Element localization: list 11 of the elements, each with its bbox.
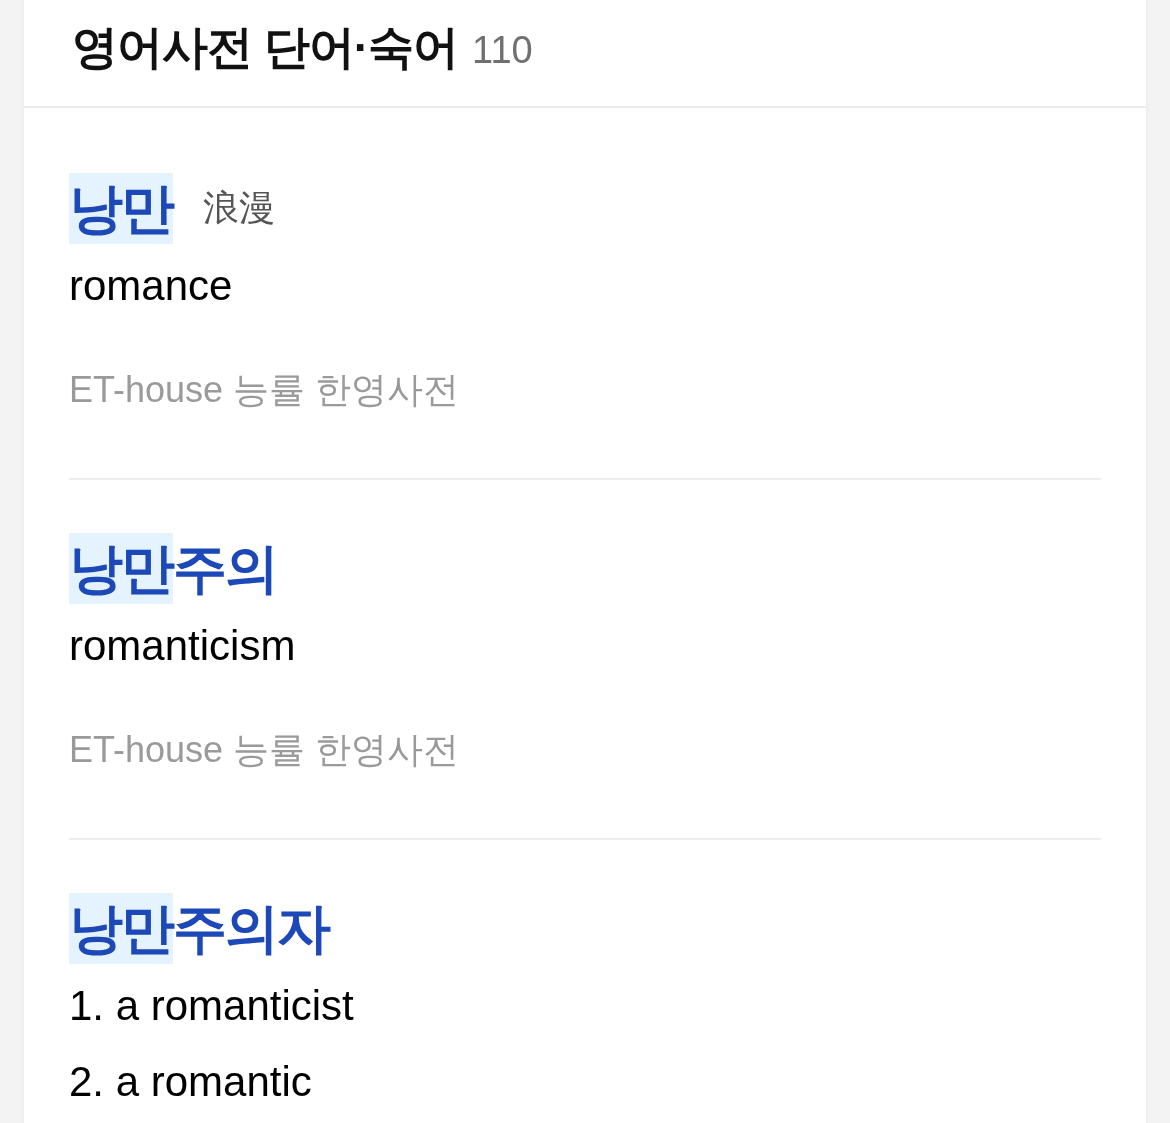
- sense-text: 1. a romanticist: [69, 981, 355, 1031]
- result-count: 110: [472, 28, 533, 72]
- headword-link[interactable]: 낭만주의자: [69, 893, 329, 964]
- hanja-text: 浪漫: [203, 186, 275, 230]
- section-title: 영어사전 단어·숙어: [72, 20, 459, 75]
- meaning-text: romance: [69, 261, 234, 311]
- meaning-text: romanticism: [69, 621, 297, 671]
- dictionary-source: ET-house 능률 한영사전: [69, 368, 461, 412]
- headword-link[interactable]: 낭만: [69, 173, 173, 244]
- dictionary-source: ET-house 능률 한영사전: [69, 728, 461, 772]
- sense-text: 2. a romantic: [69, 1057, 313, 1107]
